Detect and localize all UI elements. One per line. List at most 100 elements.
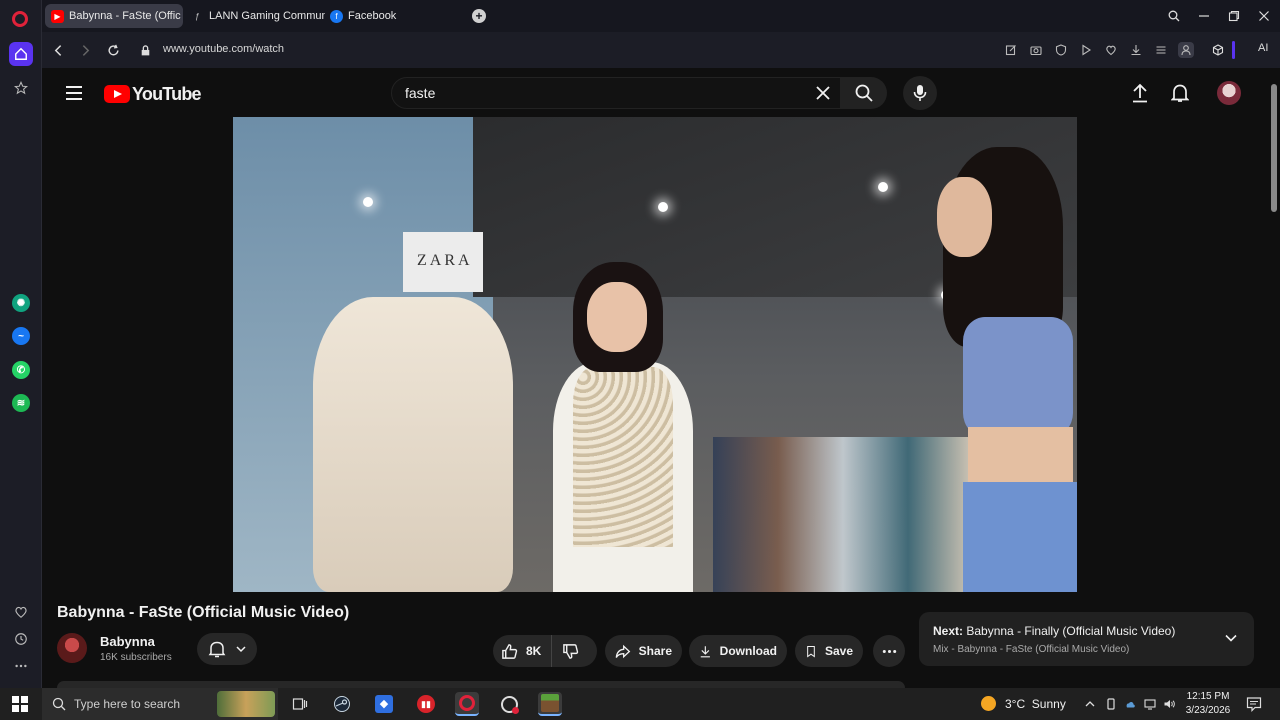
home-icon[interactable]: [9, 42, 33, 66]
description-box[interactable]: [57, 681, 905, 688]
tab-lann[interactable]: ƒ LANN Gaming Communit: [185, 4, 325, 28]
bell-icon: [208, 641, 225, 658]
like-count: 8K: [526, 644, 542, 658]
download-button[interactable]: Download: [689, 635, 787, 667]
download-arrow-icon: [700, 645, 710, 657]
opera-logo-icon[interactable]: [12, 11, 28, 27]
heart-outline-icon[interactable]: [1103, 42, 1119, 58]
windows-taskbar: Type here to search ◆ ▮▮ 3°C Sunny 12:15…: [0, 688, 1280, 720]
tab-label: Facebook: [348, 10, 397, 22]
aria-ai-button[interactable]: AI: [1248, 42, 1268, 54]
guide-menu-icon[interactable]: [66, 86, 82, 100]
notifications-bell-icon[interactable]: [1170, 83, 1190, 103]
task-view-icon[interactable]: [288, 692, 312, 716]
video-light: [878, 182, 888, 192]
dislike-button[interactable]: [552, 635, 589, 667]
extension-box-icon[interactable]: [1210, 42, 1226, 58]
star-icon[interactable]: [9, 76, 33, 100]
close-window-icon[interactable]: [1256, 8, 1272, 24]
facebook-icon: f: [330, 9, 343, 23]
thumbs-down-icon: [563, 643, 579, 659]
subscribed-notifications-button[interactable]: [197, 633, 257, 665]
share-label: Share: [638, 644, 672, 658]
spotify-icon[interactable]: ≋: [12, 394, 30, 412]
network-icon[interactable]: [1143, 697, 1157, 711]
search-input[interactable]: [405, 85, 785, 101]
youtube-logo[interactable]: YouTube: [104, 84, 202, 104]
chevron-up-icon[interactable]: [1083, 697, 1097, 711]
chatgpt-icon[interactable]: ✺: [12, 294, 30, 312]
edit-icon[interactable]: [1003, 42, 1019, 58]
lann-icon: ƒ: [195, 11, 200, 21]
youtube-icon: ▶: [51, 9, 64, 23]
messenger-icon[interactable]: ~: [12, 327, 30, 345]
video-player[interactable]: ZARA: [233, 117, 1077, 592]
bookmark-icon: [807, 645, 815, 657]
steam-icon[interactable]: [330, 692, 354, 716]
save-button[interactable]: Save: [795, 635, 863, 667]
minecraft-icon[interactable]: [538, 692, 562, 716]
profile-icon[interactable]: [1178, 42, 1194, 58]
chevron-down-icon[interactable]: [1224, 631, 1238, 645]
notification-center-icon[interactable]: [1246, 696, 1262, 712]
ai-label: AI: [1258, 42, 1269, 54]
cloud-icon[interactable]: [1123, 697, 1137, 711]
system-clock[interactable]: 12:15 PM 3/23/2026: [1180, 690, 1236, 718]
next-video-subtitle: Mix - Babynna - FaSte (Official Music Vi…: [933, 644, 1130, 655]
lock-icon[interactable]: [137, 42, 153, 58]
subscriber-count: 16K subscribers: [100, 652, 172, 663]
windows-start-icon[interactable]: [12, 696, 28, 712]
tab-facebook[interactable]: f Facebook: [324, 4, 434, 28]
channel-name[interactable]: Babynna: [100, 634, 155, 649]
tab-search-icon[interactable]: [1166, 8, 1182, 24]
upload-icon[interactable]: [1130, 83, 1150, 103]
weather-widget[interactable]: 3°C Sunny: [981, 696, 1066, 711]
minimize-icon[interactable]: [1196, 8, 1212, 24]
menu-lines-icon[interactable]: [1153, 42, 1169, 58]
more-dots-icon[interactable]: [9, 654, 33, 678]
download-icon[interactable]: [1128, 42, 1144, 58]
person-center: [533, 262, 713, 592]
restore-icon[interactable]: [1226, 8, 1242, 24]
new-tab-button[interactable]: +: [472, 9, 486, 23]
taskbar-search[interactable]: Type here to search: [42, 688, 278, 720]
search-box[interactable]: [391, 77, 841, 109]
next-video-title: Next: Babynna - Finally (Official Music …: [933, 624, 1175, 638]
opera-taskbar-icon[interactable]: [455, 692, 479, 716]
phone-link-icon[interactable]: [1104, 697, 1118, 711]
play-icon[interactable]: [1078, 42, 1094, 58]
back-icon[interactable]: [50, 42, 66, 58]
clear-search-icon[interactable]: [815, 85, 831, 101]
thumbs-up-icon: [502, 643, 518, 659]
history-icon[interactable]: [9, 627, 33, 651]
scrollbar-thumb[interactable]: [1271, 84, 1277, 212]
shield-icon[interactable]: [1053, 42, 1069, 58]
video-light: [658, 202, 668, 212]
next-video-card[interactable]: Next: Babynna - Finally (Official Music …: [919, 612, 1254, 666]
like-button[interactable]: 8K: [493, 635, 553, 667]
share-icon: [615, 644, 631, 658]
camera-icon[interactable]: [1028, 42, 1044, 58]
weather-text: 3°C Sunny: [1005, 696, 1066, 711]
download-label: Download: [719, 644, 777, 658]
tab-youtube[interactable]: ▶ Babynna - FaSte (Offic: [45, 4, 183, 28]
forward-icon[interactable]: [77, 42, 93, 58]
reload-icon[interactable]: [105, 42, 121, 58]
heart-icon[interactable]: [9, 600, 33, 624]
share-button[interactable]: Share: [605, 635, 682, 667]
voice-search-button[interactable]: [903, 76, 937, 110]
url-field[interactable]: www.youtube.com/watch: [163, 43, 284, 55]
app-red-icon[interactable]: ▮▮: [414, 692, 438, 716]
account-avatar[interactable]: [1217, 81, 1241, 105]
address-bar: www.youtube.com/watch AI: [42, 32, 1280, 68]
opera-gx-icon[interactable]: [497, 692, 521, 716]
dress-rack: [313, 297, 513, 592]
app-blue-icon[interactable]: ◆: [372, 692, 396, 716]
search-icon: [52, 697, 66, 711]
more-actions-button[interactable]: [873, 635, 905, 667]
search-button[interactable]: [841, 77, 887, 109]
whatsapp-icon[interactable]: ✆: [12, 361, 30, 379]
channel-avatar[interactable]: [57, 633, 87, 663]
volume-icon[interactable]: [1162, 697, 1176, 711]
clock-time: 12:15 PM: [1186, 691, 1230, 702]
